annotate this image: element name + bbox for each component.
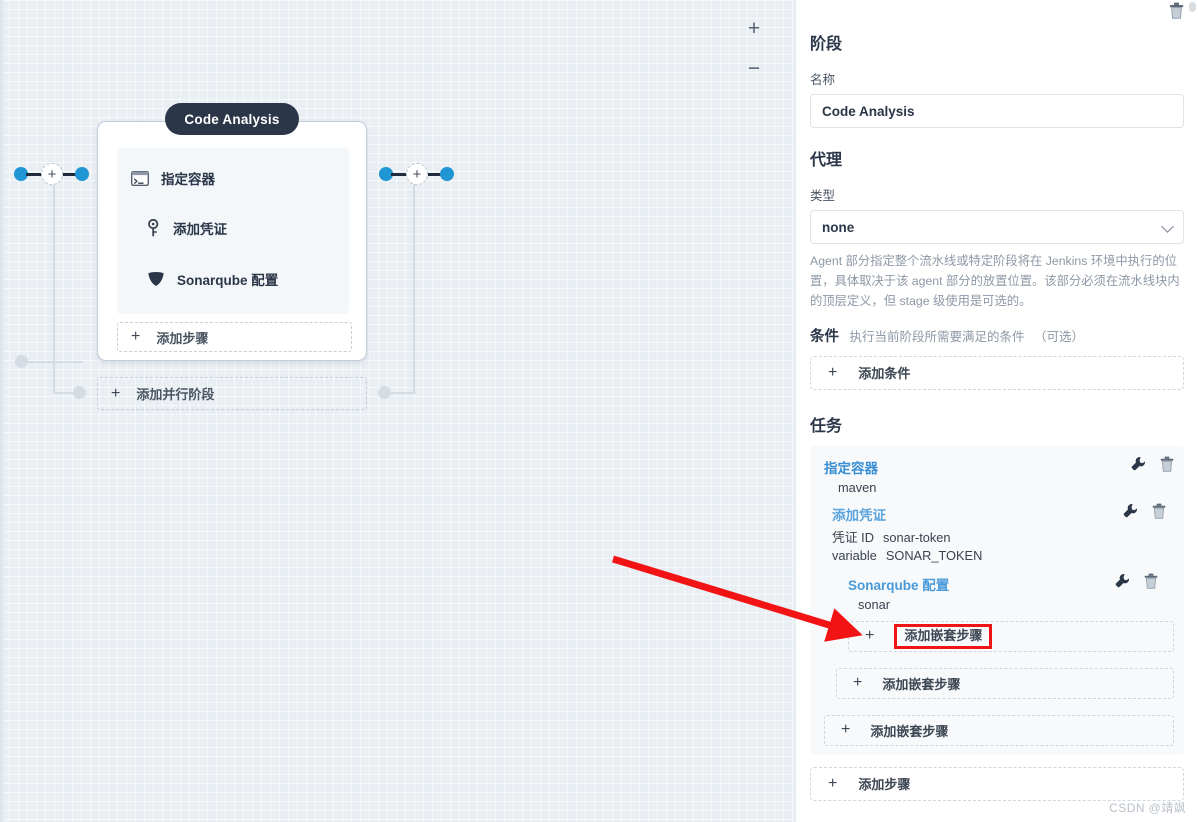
terminal-icon [131,170,149,186]
add-step-button[interactable]: + 添加步骤 [810,766,1184,801]
branch-dot-parallel-left [73,386,86,399]
condition-description: 执行当前阶段所需要满足的条件 [849,329,1025,344]
stage-step-label: Sonarqube 配置 [177,273,279,288]
task-row[interactable]: 指定容器 maven [810,455,1184,496]
task-field: sonar [848,596,1184,613]
branch-line-left-elbow [53,361,83,363]
key-icon [147,219,161,237]
stage-section-title: 阶段 [810,36,843,53]
connector-dot-end-right[interactable] [440,167,454,181]
task-row[interactable]: Sonarqube 配置 sonar [810,572,1184,613]
connector-right[interactable]: + [379,163,454,185]
task-field-value: SONAR_TOKEN [885,547,983,563]
type-field-label: 类型 [810,189,836,203]
condition-title: 条件 [810,328,839,345]
task-actions [1123,503,1166,519]
connector-left[interactable]: + [14,163,89,185]
agent-help-text: Agent 部分指定整个流水线或特定阶段将在 Jenkins 环境中执行的位置，… [810,254,1180,308]
stage-title-badge[interactable]: Code Analysis [165,103,299,135]
add-parallel-stage-button[interactable]: + 添加并行阶段 [97,377,367,410]
stage-name-input[interactable] [810,94,1184,128]
plus-icon: + [131,328,141,345]
trash-icon[interactable] [1144,573,1158,589]
stage-steps-list: 指定容器 添加凭证 Sonarqube 配置 [117,148,349,314]
plus-icon: + [865,627,875,645]
branch-line-left-stub [15,361,55,363]
branch-line-right-vertical [413,180,415,393]
task-tree: 指定容器 maven 添加凭证 凭证 ID sonar-token variab… [810,445,1184,755]
task-field: variable SONAR_TOKEN [832,547,1184,564]
stage-card[interactable]: 指定容器 添加凭证 Sonarqube 配置 + 添加步骤 [97,121,367,361]
add-nested-step-button[interactable]: + 添加嵌套步骤 [824,714,1174,746]
pipeline-canvas[interactable]: + − + + Code Analysis 指定容器 添加凭证 Sonarqub… [0,0,795,822]
trash-icon[interactable] [1152,503,1166,519]
stage-add-step-button[interactable]: + 添加步骤 [117,322,352,352]
add-nested-step-label: 添加嵌套步骤 [882,676,961,692]
branch-dot-parallel-right [378,386,391,399]
plus-icon: + [828,774,838,792]
condition-row: 条件 执行当前阶段所需要满足的条件 （可选） [810,325,1184,346]
agent-type-select[interactable]: none [810,210,1184,244]
add-nested-step-label: 添加嵌套步骤 [870,723,949,739]
task-field-key: maven [838,479,877,495]
add-condition-button[interactable]: + 添加条件 [810,355,1184,390]
agent-type-select-wrap[interactable]: none [810,210,1184,244]
wrench-icon[interactable] [1115,573,1130,588]
shield-icon [147,271,165,287]
zoom-out-button[interactable]: − [740,54,768,82]
add-step-label: 添加步骤 [858,777,911,793]
agent-type-value: none [822,219,855,235]
task-field: 凭证 ID sonar-token [832,526,1184,547]
task-field-key: variable [832,547,877,563]
plus-icon: + [828,363,838,381]
task-field-key: sonar [858,596,891,612]
trash-icon[interactable] [1169,2,1184,19]
add-nested-step-button[interactable]: + 添加嵌套步骤 [848,620,1174,652]
plus-icon: + [841,721,851,739]
stage-step-item[interactable]: Sonarqube 配置 [147,269,278,289]
zoom-in-button[interactable]: + [740,14,768,42]
name-field-label: 名称 [810,73,836,87]
stage-config-panel: 阶段 名称 代理 类型 none Agent 部分指定整个流水线或特定阶段将在 … [795,0,1198,822]
task-actions [1131,456,1174,472]
stage-step-label: 添加凭证 [173,222,227,237]
agent-section-heading: 代理 [810,152,843,169]
wrench-icon[interactable] [1131,456,1146,471]
add-parallel-stage-label: 添加并行阶段 [136,387,215,402]
plus-icon: + [111,384,121,402]
stage-step-item[interactable]: 指定容器 [131,168,215,188]
plus-icon: + [853,674,863,692]
wrench-icon[interactable] [1123,503,1138,518]
add-stage-left-button[interactable]: + [41,163,63,185]
add-condition-label: 添加条件 [858,366,911,382]
task-field-value: sonar-token [882,529,951,545]
add-nested-step-label: 添加嵌套步骤 [894,623,993,649]
add-nested-step-button[interactable]: + 添加嵌套步骤 [836,667,1174,699]
canvas-left-edge [0,0,3,822]
stage-step-item[interactable]: 添加凭证 [147,218,227,238]
stage-add-step-label: 添加步骤 [156,330,209,346]
condition-optional: （可选） [1033,329,1084,344]
add-stage-right-button[interactable]: + [406,163,428,185]
tasks-section-heading: 任务 [810,417,843,435]
branch-line-left-vertical2 [53,180,55,393]
task-row[interactable]: 添加凭证 凭证 ID sonar-token variable SONAR_TO… [810,502,1184,564]
trash-icon[interactable] [1160,456,1174,472]
task-actions [1115,573,1158,589]
watermark: CSDN @靖飒 [1109,801,1186,815]
task-name[interactable]: 指定容器 [824,455,1184,479]
connector-dot-end[interactable] [75,167,89,181]
panel-scrollbar[interactable] [1189,2,1196,12]
stage-step-label: 指定容器 [161,172,215,187]
task-field-key: 凭证 ID [832,529,874,545]
task-field: maven [824,479,1184,496]
stage-section-heading: 阶段 [810,0,1184,54]
